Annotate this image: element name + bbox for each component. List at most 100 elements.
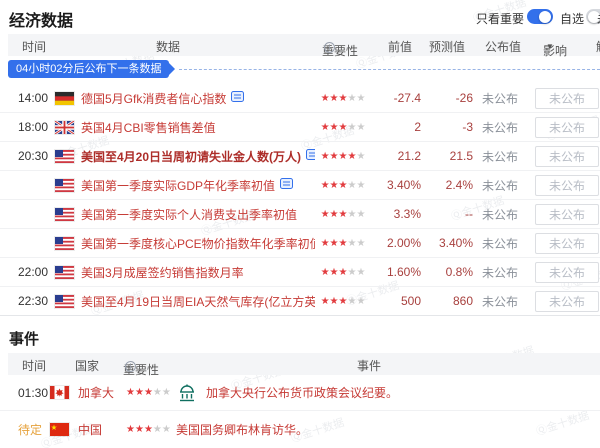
indicator-name[interactable]: 美国第一季度核心PCE物价指数年化季率初值 bbox=[81, 235, 315, 252]
importance-stars: ★★★★★ bbox=[315, 267, 371, 278]
col-published: 公布值 bbox=[485, 38, 521, 55]
germany-flag-icon bbox=[55, 92, 75, 105]
col-clipped: 解读 bbox=[596, 38, 600, 55]
event-time: 01:30 bbox=[0, 386, 50, 400]
row-time: 20:30 bbox=[0, 149, 55, 163]
table-row: 14:00 德国5月Gfk消费者信心指数 ★★★★★ -27.4 -26 未公布… bbox=[0, 84, 600, 113]
countdown-banner-row: 04小时02分后公布下一条数据 bbox=[8, 60, 600, 78]
event-row: 01:30 加拿大 ★★★★★ 加拿大央行公布货币政策会议纪要。 bbox=[0, 375, 600, 411]
event-rows: 01:30 加拿大 ★★★★★ 加拿大央行公布货币政策会议纪要。 待定 中国 ★… bbox=[0, 375, 600, 447]
toggle-knob bbox=[539, 11, 551, 23]
prev-value: 3.40% bbox=[371, 178, 421, 192]
data-rows: 14:00 德国5月Gfk消费者信心指数 ★★★★★ -27.4 -26 未公布… bbox=[0, 84, 600, 316]
published-value: 未公布 bbox=[473, 235, 527, 252]
table-row: 美国第一季度实际GDP年化季率初值 ★★★★★ 3.40% 2.4% 未公布 未… bbox=[0, 171, 600, 200]
prev-value: -27.4 bbox=[371, 91, 421, 105]
col-prev: 前值 bbox=[388, 38, 412, 55]
forecast-value: 21.5 bbox=[421, 149, 473, 163]
importance-stars: ★★★★★ bbox=[315, 122, 371, 133]
published-value: 未公布 bbox=[473, 293, 527, 310]
importance-stars: ★★★★★ bbox=[315, 151, 371, 162]
event-text[interactable]: 美国国务卿布林肯访华。 bbox=[176, 421, 308, 438]
table-row: 22:30 美国至4月19日当周EIA天然气库存(亿立方英尺) ★★★★★ 50… bbox=[0, 287, 600, 316]
indicator-name[interactable]: 美国第一季度实际个人消费支出季率初值 bbox=[81, 206, 297, 223]
impact-button[interactable]: 未公布 bbox=[535, 88, 599, 109]
impact-button[interactable]: 未公布 bbox=[535, 204, 599, 225]
published-value: 未公布 bbox=[473, 148, 527, 165]
published-value: 未公布 bbox=[473, 119, 527, 136]
canada-flag-icon bbox=[50, 386, 70, 399]
important-only-label: 只看重要 bbox=[476, 10, 524, 27]
forecast-value: -3 bbox=[421, 120, 473, 134]
interpretation-doc-icon[interactable] bbox=[231, 90, 244, 106]
countdown-banner: 04小时02分后公布下一条数据 bbox=[8, 60, 169, 78]
forecast-value: 2.4% bbox=[421, 178, 473, 192]
forecast-value: -26 bbox=[421, 91, 473, 105]
importance-stars: ★★★★★ bbox=[315, 296, 371, 307]
table-row: 18:00 英国4月CBI零售销售差值 ★★★★★ 2 -3 未公布 未公布 bbox=[0, 113, 600, 142]
importance-stars: ★★★★★ bbox=[315, 93, 371, 104]
indicator-name[interactable]: 美国至4月19日当周EIA天然气库存(亿立方英尺) bbox=[81, 293, 315, 310]
us-flag-icon bbox=[55, 179, 75, 192]
indicator-name[interactable]: 美国3月成屋签约销售指数月率 bbox=[81, 264, 244, 281]
importance-stars: ★★★★★ bbox=[315, 180, 371, 191]
indicator-name[interactable]: 英国4月CBI零售销售差值 bbox=[81, 119, 216, 136]
importance-stars: ★★★★★ bbox=[315, 209, 371, 220]
interpretation-doc-icon[interactable] bbox=[306, 148, 315, 164]
importance-stars: ★★★★★ bbox=[126, 424, 176, 435]
col-time: 时间 bbox=[22, 357, 46, 374]
indicator-name[interactable]: 美国至4月20日当周初请失业金人数(万人) bbox=[81, 148, 301, 165]
col-country: 国家 bbox=[75, 357, 99, 374]
event-row: 待定 中国 ★★★★★ 美国国务卿布林肯访华。 bbox=[0, 411, 600, 447]
row-time: 14:00 bbox=[0, 91, 55, 105]
us-flag-icon bbox=[55, 266, 75, 279]
top-bar: 经济数据 只看重要 自选 未 bbox=[0, 0, 600, 32]
prev-value: 2 bbox=[371, 120, 421, 134]
table-row: 22:00 美国3月成屋签约销售指数月率 ★★★★★ 1.60% 0.8% 未公… bbox=[0, 258, 600, 287]
col-event: 事件 bbox=[357, 357, 381, 374]
event-time: 待定 bbox=[0, 421, 50, 438]
impact-button[interactable]: 未公布 bbox=[535, 146, 599, 167]
impact-button[interactable]: 未公布 bbox=[535, 175, 599, 196]
col-data: 数据 bbox=[156, 38, 180, 55]
info-icon[interactable]: i bbox=[125, 361, 136, 372]
us-flag-icon bbox=[55, 208, 75, 221]
event-country: 加拿大 bbox=[78, 384, 126, 401]
economic-calendar-page: Ⓠ金十数据 Ⓠ金十数据 Ⓠ金十数据 Ⓠ金十数据 Ⓠ金十数据 Ⓠ金十数据 Ⓠ金十数… bbox=[0, 0, 600, 448]
data-table-header: 时间 数据 重要性i 前值 预测值 公布值 影响▼ 解读 bbox=[8, 34, 600, 56]
uk-flag-icon bbox=[55, 121, 75, 134]
favorites-label: 自选 bbox=[560, 10, 584, 27]
banner-dashed-line bbox=[179, 69, 600, 70]
interpretation-doc-icon[interactable] bbox=[280, 177, 293, 193]
forecast-value: 3.40% bbox=[421, 236, 473, 250]
info-icon[interactable]: i bbox=[324, 42, 335, 53]
impact-button[interactable]: 未公布 bbox=[535, 233, 599, 254]
events-title: 事件 bbox=[9, 328, 39, 349]
row-time: 22:00 bbox=[0, 265, 55, 279]
row-time: 22:30 bbox=[0, 294, 55, 308]
indicator-name[interactable]: 美国第一季度实际GDP年化季率初值 bbox=[81, 177, 275, 194]
importance-stars: ★★★★★ bbox=[126, 387, 176, 398]
indicator-name[interactable]: 德国5月Gfk消费者信心指数 bbox=[81, 90, 226, 107]
published-value: 未公布 bbox=[473, 206, 527, 223]
central-bank-icon bbox=[176, 382, 198, 404]
caret-down-icon: ▼ bbox=[546, 42, 554, 51]
table-row: 美国第一季度实际个人消费支出季率初值 ★★★★★ 3.3% -- 未公布 未公布 bbox=[0, 200, 600, 229]
col-time: 时间 bbox=[22, 38, 46, 55]
important-only-toggle[interactable] bbox=[527, 9, 553, 24]
prev-value: 1.60% bbox=[371, 265, 421, 279]
impact-button[interactable]: 未公布 bbox=[535, 262, 599, 283]
impact-button[interactable]: 未公布 bbox=[535, 291, 599, 312]
page-title: 经济数据 bbox=[9, 7, 73, 31]
china-flag-icon bbox=[50, 423, 70, 436]
us-flag-icon bbox=[55, 295, 75, 308]
impact-button[interactable]: 未公布 bbox=[535, 117, 599, 138]
event-text[interactable]: 加拿大央行公布货币政策会议纪要。 bbox=[206, 384, 398, 401]
us-flag-icon bbox=[55, 237, 75, 250]
published-value: 未公布 bbox=[473, 177, 527, 194]
event-country: 中国 bbox=[78, 421, 126, 438]
col-forecast: 预测值 bbox=[429, 38, 465, 55]
importance-stars: ★★★★★ bbox=[315, 238, 371, 249]
published-value: 未公布 bbox=[473, 90, 527, 107]
forecast-value: 860 bbox=[421, 294, 473, 308]
